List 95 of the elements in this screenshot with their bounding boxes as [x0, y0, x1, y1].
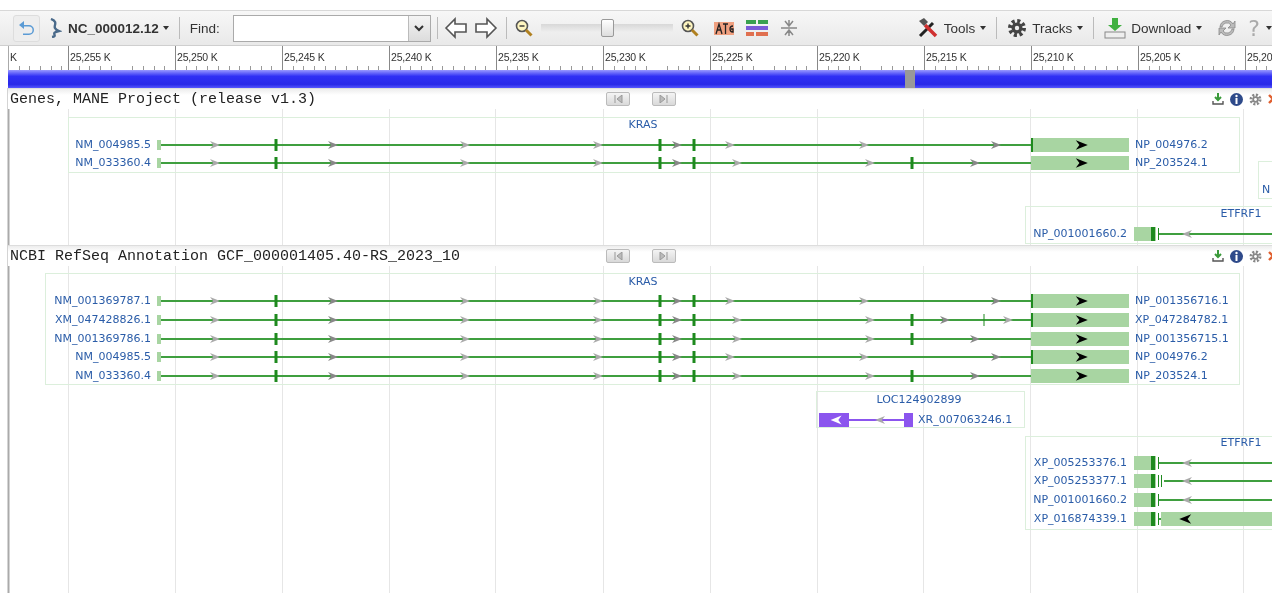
gene-label[interactable]: KRAS	[628, 118, 658, 132]
ruler-label: 25,230 K	[604, 51, 646, 63]
info-icon[interactable]	[1230, 249, 1243, 263]
transcript-drawing[interactable]	[1134, 456, 1272, 470]
ruler-label: 25,205 K	[1139, 51, 1181, 63]
back-button[interactable]	[13, 14, 40, 42]
ruler-label: K	[9, 51, 17, 63]
transcript-drawing[interactable]	[157, 350, 1129, 364]
menu-button[interactable]: Tracks	[1007, 18, 1084, 38]
transcript-drawing[interactable]	[157, 332, 1129, 346]
find-field[interactable]	[232, 14, 431, 42]
transcript-label[interactable]: NP_001001660.2	[1033, 493, 1127, 507]
transcript-label[interactable]: XM_047428826.1	[55, 313, 151, 327]
ruler-label: 25,245 K	[283, 51, 325, 63]
transcript-label[interactable]: XP_016874339.1	[1033, 512, 1127, 526]
protein-label[interactable]: NP_203524.1	[1135, 369, 1208, 383]
tools-icon	[916, 17, 939, 39]
download-icon	[1104, 17, 1127, 39]
slider-thumb[interactable]	[600, 19, 614, 37]
dropdown-icon[interactable]	[407, 15, 430, 41]
protein-label[interactable]: XR_007063246.1	[918, 413, 1013, 427]
ruler-label: 25,210 K	[1032, 51, 1074, 63]
settings-icon[interactable]	[1249, 92, 1262, 106]
gene-label[interactable]: LOC124902899	[876, 393, 962, 407]
refresh-icon[interactable]	[1216, 17, 1239, 39]
left-arrow-icon[interactable]	[443, 17, 468, 39]
sequence-dropdown[interactable]: NC_000012.12	[68, 20, 169, 36]
caret-icon	[1266, 26, 1272, 30]
undo-icon	[17, 20, 36, 36]
transcript-label[interactable]: NM_033360.4	[75, 369, 151, 383]
protein-label[interactable]: N	[1262, 183, 1271, 197]
transcript-drawing[interactable]	[1134, 493, 1272, 507]
transcript-drawing[interactable]	[1134, 474, 1272, 488]
caret-icon	[162, 26, 169, 30]
tracks-config-icon[interactable]	[744, 18, 769, 38]
menu-button[interactable]: Tools	[916, 17, 987, 39]
previous-button[interactable]	[606, 92, 630, 106]
dna-icon	[48, 18, 62, 38]
transcript-label[interactable]: NM_001369786.1	[54, 332, 151, 346]
skip-forward-icon	[659, 252, 669, 260]
download-icon[interactable]	[1212, 93, 1224, 105]
collapse-icon[interactable]	[778, 18, 799, 38]
transcript-drawing[interactable]	[819, 413, 913, 427]
track-title: NCBI RefSeq Annotation GCF_000001405.40-RS_2023_10	[9, 247, 462, 265]
transcript-label[interactable]: XP_005253377.1	[1033, 474, 1127, 488]
transcript-label[interactable]: NM_004985.5	[75, 138, 151, 152]
transcript-drawing[interactable]	[157, 156, 1129, 170]
info-icon[interactable]	[1230, 92, 1243, 106]
protein-label[interactable]: NP_004976.2	[1135, 350, 1208, 364]
transcript-drawing[interactable]	[1134, 512, 1272, 526]
zoom-out-icon[interactable]	[514, 19, 533, 37]
protein-label[interactable]: NP_001356716.1	[1135, 294, 1229, 308]
right-arrow-icon[interactable]	[473, 17, 498, 39]
transcript-drawing[interactable]	[157, 138, 1129, 152]
protein-label[interactable]: NP_001356715.1	[1135, 332, 1229, 346]
transcript-drawing[interactable]	[157, 294, 1129, 308]
ruler-label: 25,250 K	[176, 51, 218, 63]
transcript-label[interactable]: NM_001369787.1	[54, 294, 151, 308]
gene-label[interactable]: ETFRF1	[1220, 436, 1262, 450]
ruler-label: 25,240 K	[390, 51, 432, 63]
settings-icon[interactable]	[1249, 249, 1262, 263]
next-button[interactable]	[652, 249, 676, 263]
track-title: Genes, MANE Project (release v1.3)	[9, 90, 318, 108]
gene-label[interactable]: KRAS	[628, 275, 658, 289]
caret-icon	[980, 26, 987, 30]
next-button[interactable]	[652, 92, 676, 106]
previous-button[interactable]	[606, 249, 630, 263]
protein-label[interactable]: XP_047284782.1	[1135, 313, 1229, 327]
ruler-label: 25,220 K	[818, 51, 860, 63]
ruler-label: 25,225 K	[711, 51, 753, 63]
transcript-label[interactable]: NM_033360.4	[75, 156, 151, 170]
menu-button[interactable]: Download	[1104, 17, 1203, 39]
gear-icon	[1007, 18, 1028, 38]
caret-icon	[1077, 26, 1084, 30]
transcript-drawing[interactable]	[1134, 227, 1272, 241]
protein-label[interactable]: NP_203524.1	[1135, 156, 1208, 170]
transcript-label[interactable]: NM_004985.5	[75, 350, 151, 364]
ruler-label: 25,255 K	[69, 51, 111, 63]
skip-back-icon	[613, 95, 623, 103]
ruler-label: 25,20	[1246, 51, 1272, 63]
range-marker[interactable]	[905, 70, 915, 88]
download-icon[interactable]	[1212, 250, 1224, 262]
caret-icon	[1196, 26, 1203, 30]
transcript-label[interactable]: XP_005253376.1	[1033, 456, 1127, 470]
skip-forward-icon	[659, 95, 669, 103]
transcript-drawing[interactable]	[157, 369, 1129, 383]
ruler-label: 25,215 K	[925, 51, 967, 63]
find-label: Find:	[189, 20, 220, 36]
skip-back-icon	[613, 252, 623, 260]
gene-label[interactable]: ETFRF1	[1220, 207, 1262, 221]
transcript-drawing[interactable]	[157, 313, 1129, 327]
ruler-label: 25,235 K	[497, 51, 539, 63]
protein-label[interactable]: NP_004976.2	[1135, 138, 1208, 152]
zoom-in-icon[interactable]	[680, 19, 699, 37]
transcript-label[interactable]: NP_001001660.2	[1033, 227, 1127, 241]
